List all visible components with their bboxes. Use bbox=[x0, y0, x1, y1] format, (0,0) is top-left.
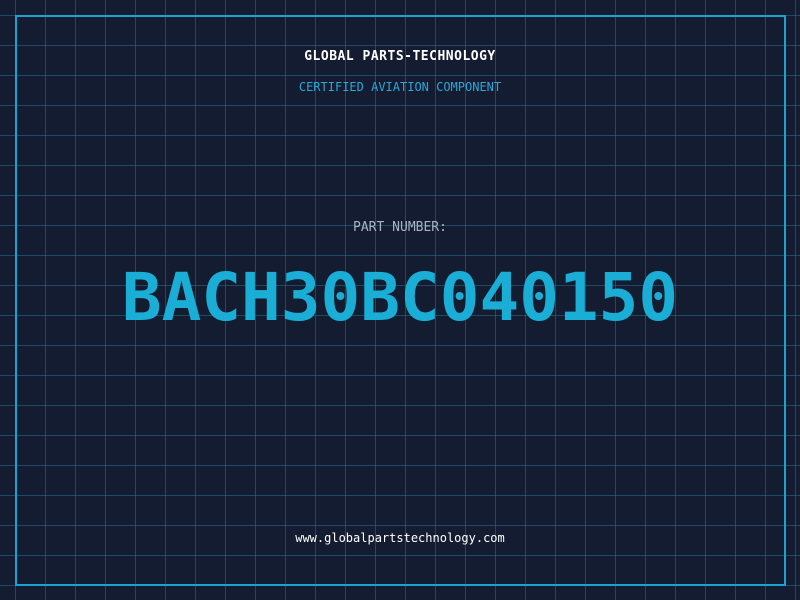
part-number-label: PART NUMBER: bbox=[353, 220, 447, 235]
part-card: GLOBAL PARTS-TECHNOLOGY CERTIFIED AVIATI… bbox=[0, 0, 800, 600]
certification-subtitle: CERTIFIED AVIATION COMPONENT bbox=[298, 80, 502, 94]
part-number-value: BACH30BC040150 bbox=[121, 259, 679, 336]
company-name: GLOBAL PARTS-TECHNOLOGY bbox=[304, 49, 496, 64]
website-url: www.globalpartstechnology.com bbox=[295, 531, 505, 545]
